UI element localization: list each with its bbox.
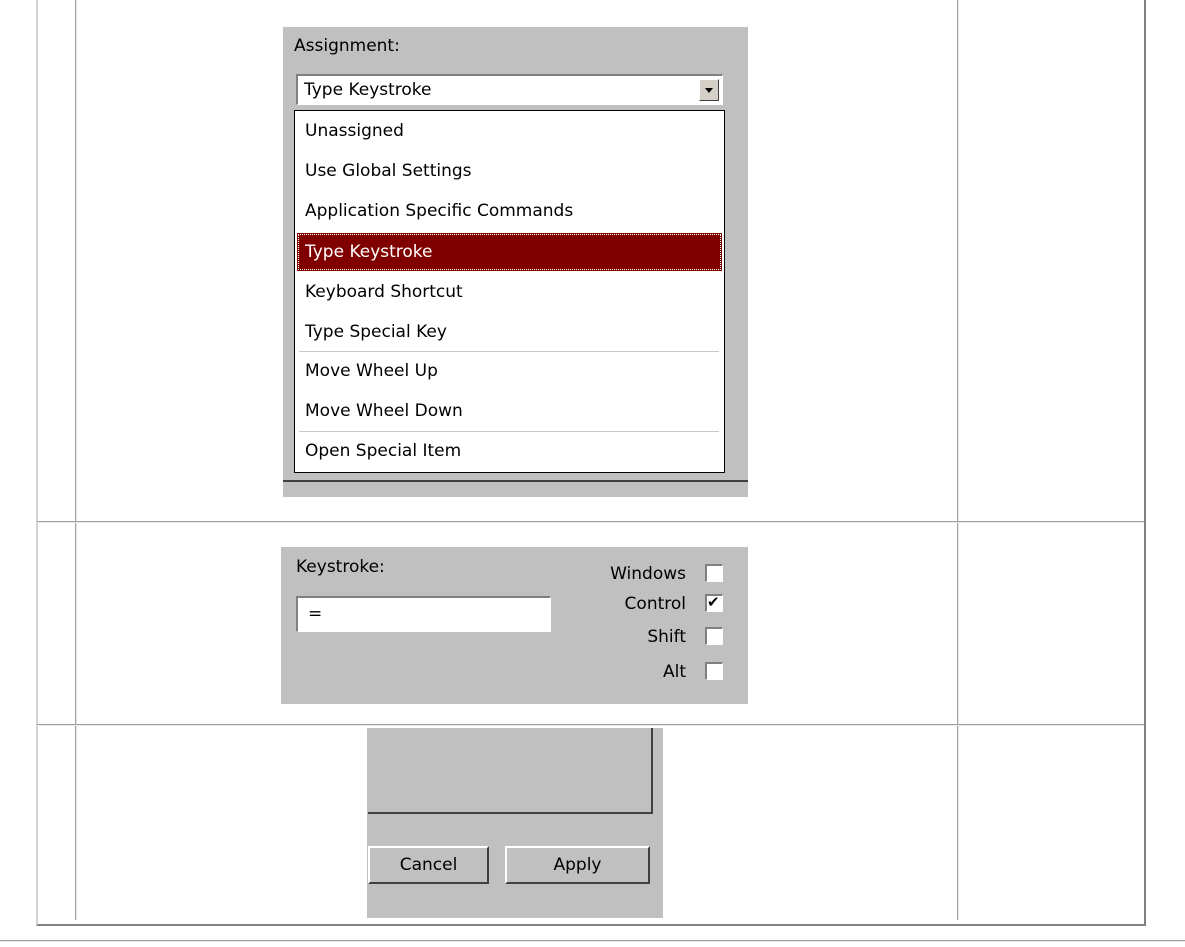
keystroke-input-value: =: [308, 604, 323, 624]
shift-checkbox[interactable]: [705, 627, 723, 645]
table-divider: [957, 0, 959, 920]
chevron-down-icon: [705, 88, 713, 93]
modifier-label-windows: Windows: [610, 564, 686, 584]
dropdown-button[interactable]: [699, 79, 719, 101]
dropdown-option-application-specific-commands[interactable]: Application Specific Commands: [297, 192, 722, 230]
dropdown-option-use-global-settings[interactable]: Use Global Settings: [297, 152, 722, 190]
modifier-label-control: Control: [624, 594, 686, 614]
dropdown-option-unassigned[interactable]: Unassigned: [297, 112, 722, 150]
assignment-panel-bottom-line: [283, 480, 748, 482]
dropdown-option-move-wheel-up[interactable]: Move Wheel Up: [297, 352, 722, 390]
apply-button[interactable]: Apply: [505, 846, 650, 884]
windows-checkbox[interactable]: [705, 564, 723, 582]
modifier-label-alt: Alt: [662, 662, 686, 682]
table-divider: [37, 521, 1144, 523]
alt-checkbox[interactable]: [705, 662, 723, 680]
table-divider: [37, 724, 1144, 726]
dropdown-option-type-keystroke[interactable]: Type Keystroke: [297, 233, 722, 271]
modifier-label-shift: Shift: [647, 627, 686, 647]
cancel-button[interactable]: Cancel: [368, 846, 489, 884]
assignment-dropdown-list: Unassigned Use Global Settings Applicati…: [294, 110, 725, 473]
keystroke-label: Keystroke:: [296, 557, 385, 577]
group-box-edge: [368, 728, 653, 814]
assignment-selected-value: Type Keystroke: [304, 80, 432, 100]
dropdown-option-type-special-key[interactable]: Type Special Key: [297, 313, 722, 351]
dropdown-option-open-special-item[interactable]: Open Special Item: [297, 432, 722, 470]
assignment-label: Assignment:: [294, 36, 400, 56]
page-divider: [0, 940, 1185, 942]
checkmark-icon: ✔: [707, 593, 720, 611]
table-divider: [75, 0, 77, 920]
control-checkbox[interactable]: ✔: [705, 593, 723, 612]
keystroke-input[interactable]: =: [296, 596, 551, 632]
dropdown-option-move-wheel-down[interactable]: Move Wheel Down: [297, 392, 722, 430]
dropdown-option-keyboard-shortcut[interactable]: Keyboard Shortcut: [297, 273, 722, 311]
assignment-select[interactable]: Type Keystroke: [296, 74, 723, 105]
